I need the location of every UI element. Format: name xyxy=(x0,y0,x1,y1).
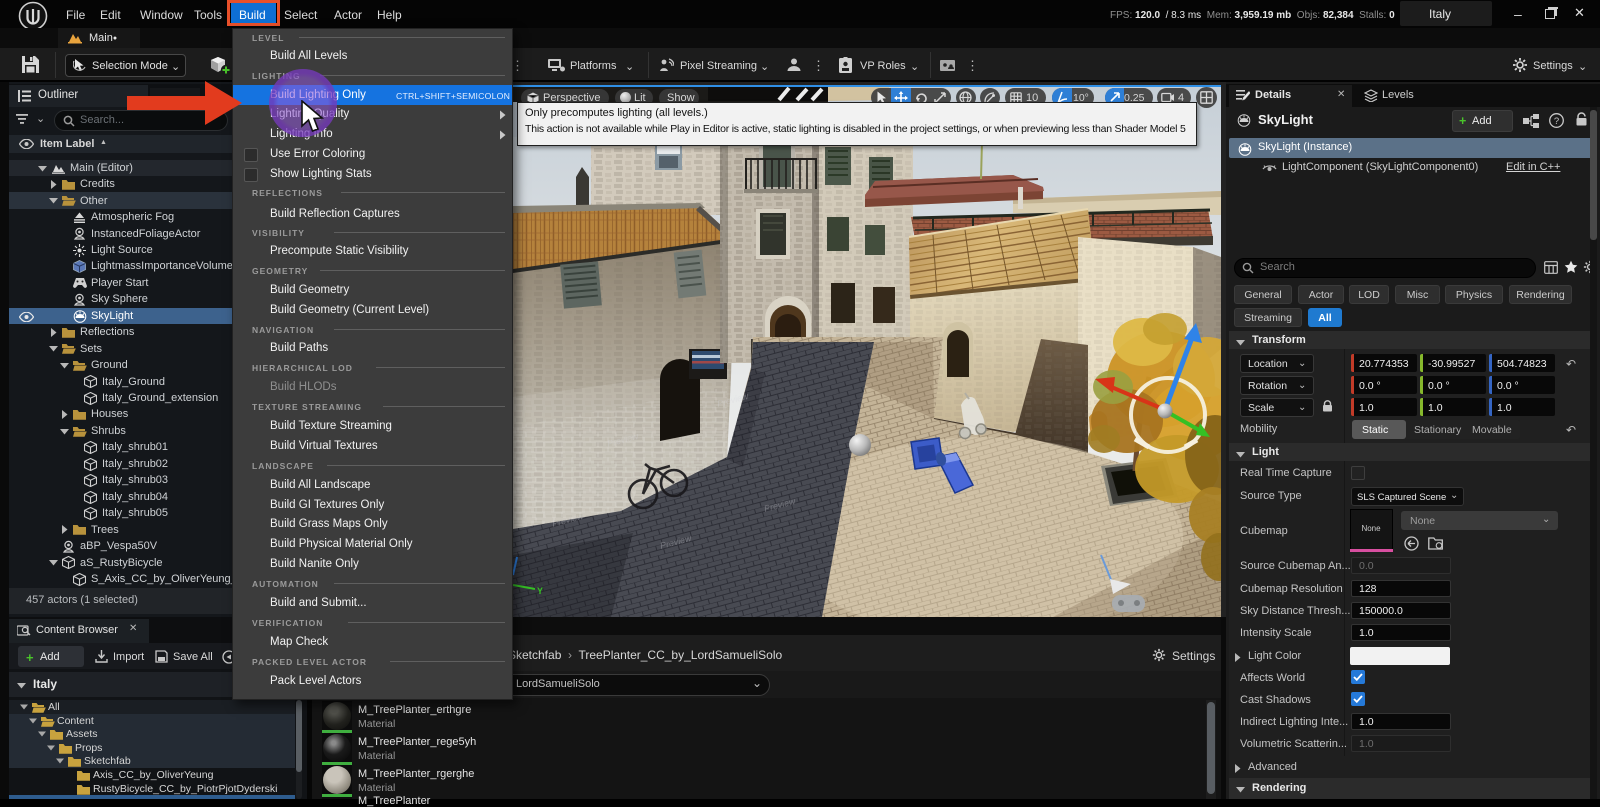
svg-text:Y: Y xyxy=(537,586,543,596)
svg-text:?: ? xyxy=(1554,116,1559,127)
